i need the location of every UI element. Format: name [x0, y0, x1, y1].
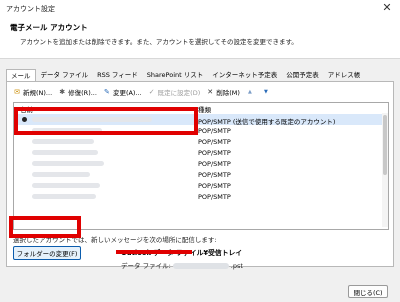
account-row[interactable]: POP/SMTP	[14, 136, 384, 147]
move-down-icon: ▼	[263, 89, 268, 95]
new-account-label: 新規(N)...	[23, 89, 53, 97]
account-name-redacted	[32, 150, 98, 155]
dialog-body: メール データ ファイル RSS フィード SharePoint リスト インタ…	[0, 58, 400, 302]
account-row[interactable]: POP/SMTP	[14, 169, 384, 180]
default-account-icon	[22, 117, 27, 122]
dialog-header: 電子メール アカウント アカウントを追加または削除できます。また、アカウントを選…	[0, 16, 400, 58]
account-row[interactable]: POP/SMTP	[14, 180, 384, 191]
account-row[interactable]: POP/SMTP	[14, 158, 384, 169]
data-file-label: データ ファイル:	[121, 262, 171, 270]
column-header-name[interactable]: 名前	[20, 104, 33, 114]
set-default-label: 既定に設定(D)	[157, 89, 201, 97]
data-file-name-redacted	[172, 263, 229, 269]
new-account-button[interactable]: ✉ 新規(N)...	[13, 87, 52, 97]
account-name-redacted	[32, 128, 102, 133]
move-down-button[interactable]: ▼	[262, 88, 272, 96]
change-icon: ✎	[104, 88, 110, 96]
tab-rss-feeds[interactable]: RSS フィード	[93, 69, 142, 81]
account-name-redacted	[32, 194, 96, 199]
change-folder-button[interactable]: フォルダーの変更(F)	[13, 246, 81, 260]
account-list[interactable]: 名前 種類 POP/SMTP (送信で使用する既定のアカウント) POP/SMT…	[13, 102, 389, 230]
tab-published-calendars[interactable]: 公開予定表	[282, 69, 323, 81]
data-file-extension: .pst	[230, 262, 243, 270]
account-type: POP/SMTP	[198, 149, 231, 157]
account-name-redacted	[32, 139, 94, 144]
account-name-redacted	[32, 161, 104, 166]
scrollbar-thumb[interactable]	[383, 115, 387, 175]
set-default-button[interactable]: ✓ 既定に設定(D)	[148, 87, 201, 97]
header-description: アカウントを追加または削除できます。また、アカウントを選択してその設定を変更でき…	[20, 38, 298, 46]
repair-label: 修復(R)...	[68, 89, 97, 97]
account-type: POP/SMTP	[198, 171, 231, 179]
tab-sharepoint-lists[interactable]: SharePoint リスト	[143, 69, 207, 81]
delete-icon: ✕	[207, 88, 214, 96]
change-label: 変更(A)...	[112, 89, 142, 97]
list-scrollbar[interactable]	[382, 113, 388, 227]
check-icon: ✓	[148, 88, 155, 96]
mail-tab-panel: ✉ 新規(N)... ✱ 修復(R)... ✎ 変更(A)... ✓ 既定に設定…	[6, 81, 394, 270]
move-up-button[interactable]: ▲	[246, 88, 256, 96]
tab-internet-calendars[interactable]: インターネット予定表	[208, 69, 281, 81]
repair-button[interactable]: ✱ 修復(R)...	[58, 87, 97, 97]
account-row[interactable]: POP/SMTP	[14, 147, 384, 158]
new-icon: ✉	[14, 88, 20, 96]
account-type: POP/SMTP	[198, 182, 231, 190]
account-name-redacted	[32, 183, 100, 188]
header-title: 電子メール アカウント	[10, 23, 88, 32]
data-file-line: データ ファイル: .pst	[121, 260, 243, 270]
change-button[interactable]: ✎ 変更(A)...	[103, 87, 142, 97]
account-row[interactable]: POP/SMTP	[14, 125, 384, 136]
delete-button[interactable]: ✕ 削除(M)	[206, 87, 240, 97]
account-row[interactable]: POP/SMTP (送信で使用する既定のアカウント)	[14, 114, 384, 126]
account-toolbar: ✉ 新規(N)... ✱ 修復(R)... ✎ 変更(A)... ✓ 既定に設定…	[13, 86, 278, 98]
tab-address-books[interactable]: アドレス帳	[324, 69, 365, 81]
account-type: POP/SMTP	[198, 160, 231, 168]
tab-strip: メール データ ファイル RSS フィード SharePoint リスト インタ…	[6, 69, 365, 82]
tab-data-files[interactable]: データ ファイル	[37, 69, 93, 81]
title-bar: アカウント設定 ✕	[0, 0, 400, 16]
account-type: POP/SMTP	[198, 193, 231, 201]
delivery-description: 選択したアカウントでは、新しいメッセージを次の場所に配信します:	[13, 236, 217, 244]
window-close-button[interactable]: ✕	[380, 1, 394, 15]
window-title: アカウント設定	[6, 5, 55, 13]
move-up-icon: ▲	[247, 89, 252, 95]
repair-icon: ✱	[59, 88, 66, 96]
delete-label: 削除(M)	[216, 89, 240, 97]
account-name-redacted	[32, 117, 152, 122]
close-button[interactable]: 閉じる(C)	[348, 285, 388, 298]
list-header: 名前 種類	[14, 103, 388, 114]
account-name-redacted	[32, 172, 90, 177]
account-type: POP/SMTP	[198, 127, 231, 135]
account-type: POP/SMTP	[198, 138, 231, 146]
account-row[interactable]: POP/SMTP	[14, 191, 384, 202]
column-header-type[interactable]: 種類	[198, 104, 211, 114]
delivery-folder-path: Outlook データ ファイル¥受信トレイ	[121, 249, 243, 257]
